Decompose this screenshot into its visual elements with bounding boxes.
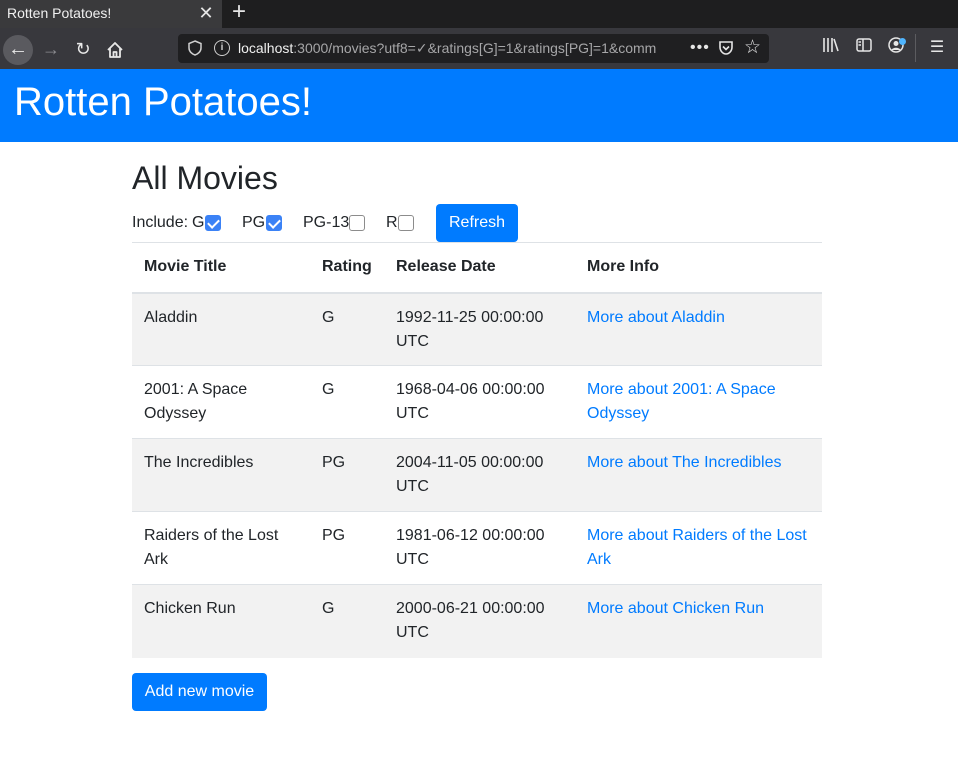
- add-movie-button[interactable]: Add new movie: [132, 673, 267, 711]
- page-title: All Movies: [132, 160, 278, 196]
- address-bar[interactable]: i localhost:3000/movies?utf8=✓&ratings[G…: [178, 34, 769, 63]
- ratings-filter-form: Include: G PG PG-13 R Refresh: [132, 204, 832, 242]
- browser-tab-bar: Rotten Potatoes! ✕ +: [0, 0, 958, 28]
- include-label: Include:: [132, 214, 189, 231]
- rating-label-g: G: [192, 214, 205, 231]
- pocket-icon[interactable]: [718, 40, 734, 56]
- movie-rating: G: [310, 292, 384, 366]
- movie-title: Raiders of the Lost Ark: [132, 511, 310, 585]
- more-info-cell: More about The Incredibles: [575, 438, 822, 512]
- movie-release-date: 1981-06-12 00:00:00 UTC: [384, 511, 575, 585]
- info-icon[interactable]: i: [214, 40, 230, 56]
- browser-toolbar: ← → ↻ i localhost:3000/movies?utf8=✓&rat…: [0, 28, 958, 69]
- more-info-link[interactable]: More about Raiders of the Lost Ark: [587, 527, 807, 568]
- browser-tab[interactable]: Rotten Potatoes! ✕: [0, 0, 222, 28]
- hamburger-menu-icon[interactable]: ☰: [926, 37, 948, 59]
- movie-release-date: 1968-04-06 00:00:00 UTC: [384, 365, 575, 439]
- bookmark-star-icon[interactable]: ☆: [744, 37, 761, 59]
- table-row: Aladdin G 1992-11-25 00:00:00 UTC More a…: [132, 292, 822, 366]
- column-header-release-date[interactable]: Release Date: [384, 242, 575, 294]
- column-header-title[interactable]: Movie Title: [132, 242, 310, 294]
- rating-checkbox-pg[interactable]: [266, 215, 282, 231]
- more-info-cell: More about Chicken Run: [575, 584, 822, 658]
- refresh-button[interactable]: Refresh: [436, 204, 518, 242]
- back-arrow-icon[interactable]: ←: [3, 35, 33, 65]
- table-row: Raiders of the Lost Ark PG 1981-06-12 00…: [132, 511, 822, 585]
- column-header-more-info: More Info: [575, 242, 822, 294]
- column-header-rating[interactable]: Rating: [310, 242, 384, 294]
- reload-icon[interactable]: ↻: [70, 37, 96, 63]
- movie-release-date: 2004-11-05 00:00:00 UTC: [384, 438, 575, 512]
- movies-table: Movie Title Rating Release Date More Inf…: [132, 242, 822, 658]
- rating-checkbox-r[interactable]: [398, 215, 414, 231]
- sidebar-icon[interactable]: [853, 37, 875, 59]
- more-info-link[interactable]: More about The Incredibles: [587, 454, 781, 471]
- table-row: The Incredibles PG 2004-11-05 00:00:00 U…: [132, 438, 822, 512]
- url-text[interactable]: localhost:3000/movies?utf8=✓&ratings[G]=…: [238, 34, 688, 63]
- rating-label-pg: PG: [242, 214, 266, 231]
- toolbar-divider: [915, 34, 916, 62]
- table-row: 2001: A Space Odyssey G 1968-04-06 00:00…: [132, 365, 822, 439]
- movie-title: 2001: A Space Odyssey: [132, 365, 310, 439]
- more-info-link[interactable]: More about 2001: A Space Odyssey: [587, 381, 776, 422]
- page-actions-icon[interactable]: •••: [690, 38, 710, 58]
- more-info-cell: More about Raiders of the Lost Ark: [575, 511, 822, 585]
- rating-checkbox-g[interactable]: [205, 215, 221, 231]
- forward-arrow-icon[interactable]: →: [38, 37, 64, 63]
- more-info-cell: More about 2001: A Space Odyssey: [575, 365, 822, 439]
- movie-release-date: 2000-06-21 00:00:00 UTC: [384, 584, 575, 658]
- rating-label-pg13: PG-13: [303, 214, 350, 231]
- close-tab-icon[interactable]: ✕: [196, 3, 216, 23]
- rating-label-r: R: [386, 214, 398, 231]
- new-tab-button[interactable]: +: [228, 0, 250, 25]
- shield-icon[interactable]: [188, 40, 202, 56]
- more-info-link[interactable]: More about Aladdin: [587, 309, 725, 326]
- movie-rating: G: [310, 584, 384, 658]
- more-info-cell: More about Aladdin: [575, 292, 822, 366]
- more-info-link[interactable]: More about Chicken Run: [587, 600, 764, 617]
- rating-checkbox-pg13[interactable]: [349, 215, 365, 231]
- notification-dot: [899, 38, 906, 45]
- movie-title: The Incredibles: [132, 438, 310, 512]
- tab-title: Rotten Potatoes!: [7, 5, 112, 21]
- movie-rating: PG: [310, 438, 384, 512]
- movie-title: Aladdin: [132, 292, 310, 366]
- movie-release-date: 1992-11-25 00:00:00 UTC: [384, 292, 575, 366]
- movie-rating: PG: [310, 511, 384, 585]
- movie-rating: G: [310, 365, 384, 439]
- app-header: Rotten Potatoes!: [0, 69, 958, 142]
- app-title: Rotten Potatoes!: [14, 80, 312, 124]
- table-row: Chicken Run G 2000-06-21 00:00:00 UTC Mo…: [132, 584, 822, 658]
- library-icon[interactable]: [820, 37, 842, 59]
- home-icon[interactable]: [102, 37, 128, 63]
- table-header-row: Movie Title Rating Release Date More Inf…: [132, 242, 822, 294]
- movie-title: Chicken Run: [132, 584, 310, 658]
